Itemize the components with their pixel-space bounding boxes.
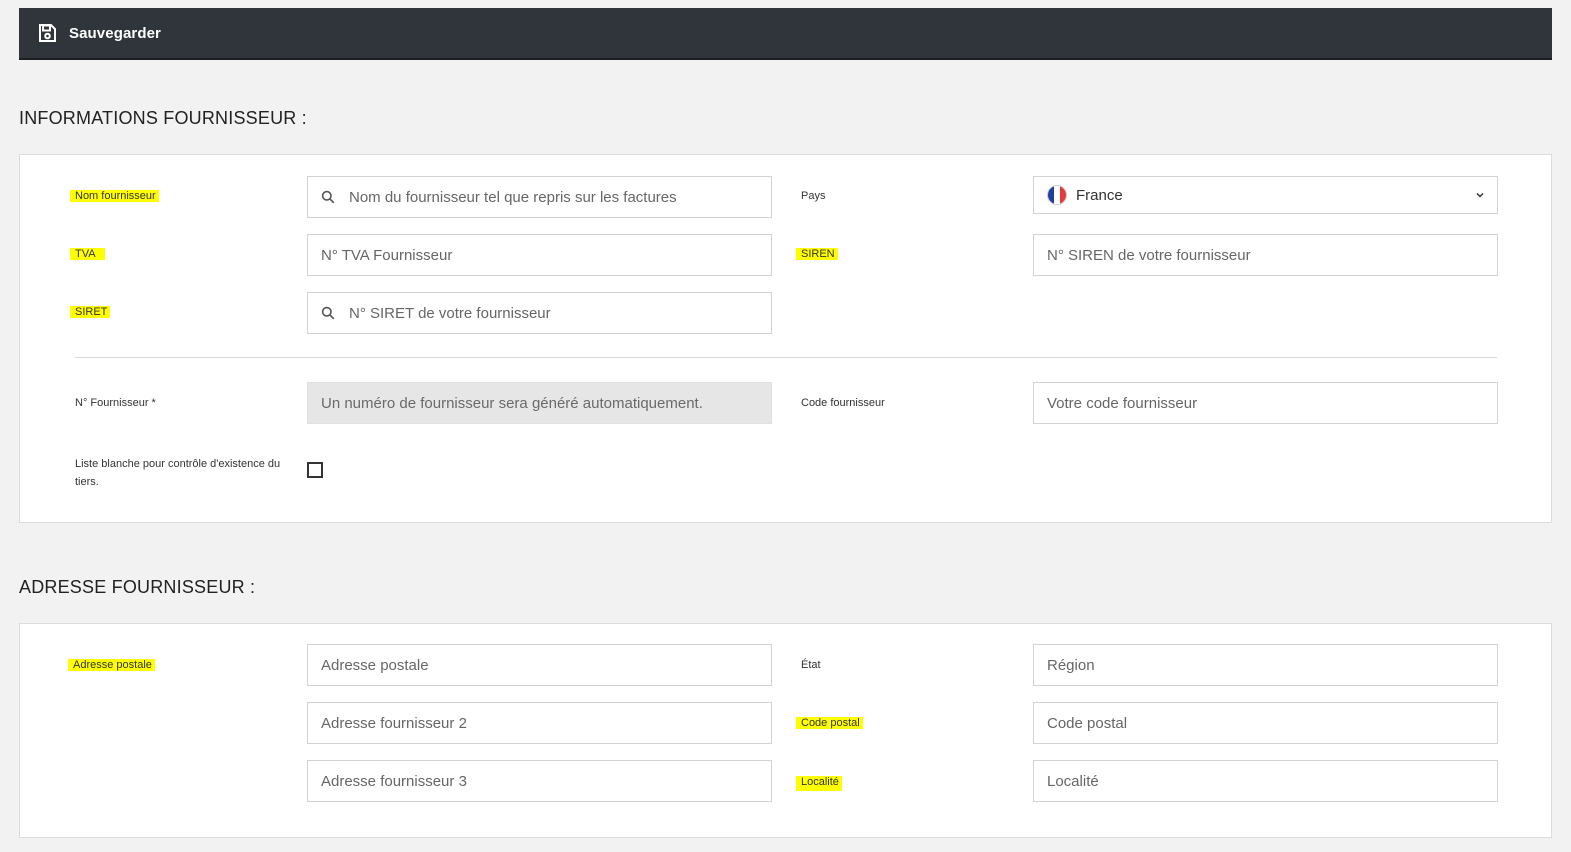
num-fournisseur-field <box>307 382 772 424</box>
localite-field[interactable] <box>1033 760 1498 802</box>
section-divider <box>75 357 1497 358</box>
floppy-disk-icon <box>39 24 56 42</box>
localite-input[interactable] <box>1047 772 1497 790</box>
nom-fournisseur-field[interactable] <box>307 176 772 218</box>
siren-input[interactable] <box>1047 246 1497 264</box>
search-icon <box>321 190 335 204</box>
tva-input[interactable] <box>321 246 771 264</box>
adresse-2-input[interactable] <box>321 714 771 732</box>
adresse-postale-label: Adresse postale <box>68 656 155 674</box>
pays-label: Pays <box>801 190 826 202</box>
supplier-info-card: Nom fournisseur Pays France TVA SIREN SI… <box>19 154 1552 523</box>
siren-field[interactable] <box>1033 234 1498 276</box>
num-fournisseur-input <box>321 394 771 412</box>
toolbar: Sauvegarder <box>19 8 1552 60</box>
localite-label: Localité <box>796 773 842 791</box>
supplier-info-title: INFORMATIONS FOURNISSEUR : <box>19 108 307 128</box>
save-label: Sauvegarder <box>69 24 161 42</box>
num-fournisseur-label: N° Fournisseur * <box>75 397 156 409</box>
pays-value: France <box>1076 186 1123 204</box>
address-card: Adresse postale État Code postal Localit… <box>19 623 1552 838</box>
search-icon <box>321 306 335 320</box>
region-input[interactable] <box>1047 656 1497 674</box>
code-postal-input[interactable] <box>1047 714 1497 732</box>
adresse-postale-input[interactable] <box>321 656 771 674</box>
code-postal-label: Code postal <box>796 714 863 732</box>
save-button[interactable]: Sauvegarder <box>37 23 161 43</box>
region-field[interactable] <box>1033 644 1498 686</box>
siret-field[interactable] <box>307 292 772 334</box>
whitelist-label: Liste blanche pour contrôle d'existence … <box>75 458 281 488</box>
code-postal-field[interactable] <box>1033 702 1498 744</box>
adresse-3-input[interactable] <box>321 772 771 790</box>
code-fournisseur-label: Code fournisseur <box>801 397 885 409</box>
siret-label: SIRET <box>70 303 111 321</box>
whitelist-checkbox[interactable] <box>307 462 323 478</box>
tva-label: TVA <box>70 245 105 263</box>
nom-fournisseur-input[interactable] <box>349 188 771 206</box>
tva-field[interactable] <box>307 234 772 276</box>
nom-fournisseur-label: Nom fournisseur <box>70 187 159 205</box>
siren-label: SIREN <box>796 245 838 263</box>
code-fournisseur-field[interactable] <box>1033 382 1498 424</box>
france-flag-icon <box>1047 185 1067 205</box>
adresse-3-field[interactable] <box>307 760 772 802</box>
address-title: ADRESSE FOURNISSEUR : <box>19 577 256 597</box>
code-fournisseur-input[interactable] <box>1047 394 1497 412</box>
siret-input[interactable] <box>349 304 771 322</box>
pays-select[interactable]: France <box>1033 176 1498 214</box>
adresse-2-field[interactable] <box>307 702 772 744</box>
etat-label: État <box>801 659 821 671</box>
adresse-postale-field[interactable] <box>307 644 772 686</box>
chevron-down-icon <box>1476 192 1484 198</box>
